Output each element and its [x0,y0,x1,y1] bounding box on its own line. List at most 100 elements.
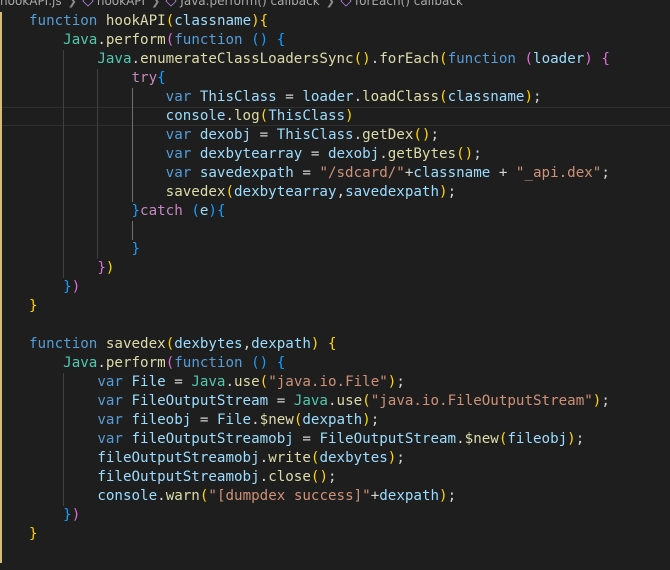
code-line[interactable]: var fileOutputStreamobj = FileOutputStre… [0,430,670,449]
breadcrumb-symbol-foreach-callback[interactable]: forEach() callback [340,0,463,8]
code-token: ; [575,431,585,447]
code-token: ; [473,146,482,162]
code-token: savedex [165,184,226,200]
code-token: = [268,393,294,409]
code-token: catch [140,203,183,219]
code-line[interactable]: fileOutputStreamobj.close(); [0,468,670,487]
code-line[interactable]: var dexobj = ThisClass.getDex(); [0,126,670,145]
code-token: var [97,374,123,390]
code-line[interactable]: fileOutputStreamobj.write(dexbytes); [0,449,670,468]
code-token: enumerateClassLoadersSync [140,51,354,67]
code-token: } [97,260,106,276]
code-line[interactable]: var fileobj = File.$new(dexpath); [0,411,670,430]
code-line[interactable] [0,221,670,240]
code-token: savedex [105,336,166,352]
code-token: + [370,488,380,504]
code-line[interactable] [0,544,670,563]
breadcrumb-symbol-label: Java.perform() callback [180,0,320,8]
code-token: ( [191,203,200,219]
code-line[interactable]: function savedex(dexbytes,dexpath) { [0,335,670,354]
indent-guide [131,145,133,164]
breadcrumb-file[interactable]: hookAPI.js [0,0,62,8]
code-token: . [157,488,166,504]
code-line[interactable]: } [0,297,670,316]
indent-guide [63,126,65,145]
code-line[interactable]: var dexbytearray = dexobj.getBytes(); [0,145,670,164]
code-line[interactable]: var File = Java.use("java.io.File"); [0,373,670,392]
code-line[interactable]: }) [0,259,670,278]
code-token: . [225,108,235,124]
code-token: ; [601,165,610,181]
code-token: . [353,127,363,143]
code-line[interactable]: Java.enumerateClassLoadersSync().forEach… [0,50,670,69]
code-line[interactable]: }catch (e){ [0,202,670,221]
code-token: , [242,336,252,352]
breadcrumb-symbol-hookapi[interactable]: hookAPI [82,0,145,8]
code-token: . [456,431,465,447]
indent-guide [97,69,99,88]
code-line[interactable]: var ThisClass = loader.loadClass(classna… [0,88,670,107]
code-token: ) [71,507,81,523]
code-token: . [379,146,388,162]
code-token: forEach [379,51,440,67]
code-token: dexobj [199,127,252,143]
indent-guide [63,145,65,164]
code-token: var [97,431,123,447]
code-token: var [165,165,192,181]
code-line[interactable]: }) [0,506,670,525]
code-token: ( [456,146,465,162]
code-token: var [97,393,123,409]
code-line[interactable] [0,316,670,335]
code-token: ThisClass [268,108,346,124]
code-line[interactable]: console.warn("[dumpdex success]"+dexpath… [0,487,670,506]
code-token: . [251,412,260,428]
code-token: ThisClass [199,89,277,105]
code-token: console [97,488,158,504]
indent-guide [63,164,65,183]
code-editor[interactable]: function hookAPI(classname){ Java.perfor… [0,12,670,563]
indent-guide [131,126,133,145]
code-line[interactable]: var savedexpath = "/sdcard/"+classname +… [0,164,670,183]
code-line[interactable]: Java.perform(function () { [0,31,670,50]
code-token: var [165,127,192,143]
indent-guide [97,126,99,145]
code-line[interactable]: } [0,240,670,259]
code-token: var [165,146,192,162]
breadcrumb-symbol-perform-callback[interactable]: Java.perform() callback [165,0,320,8]
code-line[interactable]: }) [0,278,670,297]
code-token: close [268,469,311,485]
code-line[interactable]: } [0,525,670,544]
code-token: dexbytearray [199,146,303,162]
code-token: loadClass [362,89,440,105]
code-token: ; [396,374,405,390]
code-line[interactable]: Java.perform(function () { [0,354,670,373]
code-token: ( [251,32,260,48]
code-line[interactable]: try{ [0,69,670,88]
code-token: savedexpath [199,165,294,181]
chevron-right-icon: ❯ [151,0,161,8]
code-line[interactable]: var FileOutputStream = Java.use("java.io… [0,392,670,411]
code-line[interactable]: function hookAPI(classname){ [0,12,670,31]
code-token: Java [63,355,98,371]
code-token: ( [362,393,371,409]
code-token: fileobj [507,431,568,447]
code-token: = [276,89,303,105]
code-token: ( [524,51,534,67]
gutter-change-marker[interactable] [0,12,2,563]
code-token: ; [447,184,457,200]
chevron-right-icon: ❯ [67,0,77,8]
breadcrumb: hookAPI.js ❯ hookAPI ❯ Java.perform() ca… [0,0,670,10]
function-symbol-icon [82,0,94,7]
code-token: Java [293,393,328,409]
indent-guide [97,240,99,259]
code-line[interactable]: savedex(dexbytearray,savedexpath); [0,183,670,202]
code-token: savedexpath [345,184,440,200]
code-line[interactable]: console.log(ThisClass) [0,107,670,126]
indent-guide [63,88,65,107]
code-token: Java [191,374,226,390]
